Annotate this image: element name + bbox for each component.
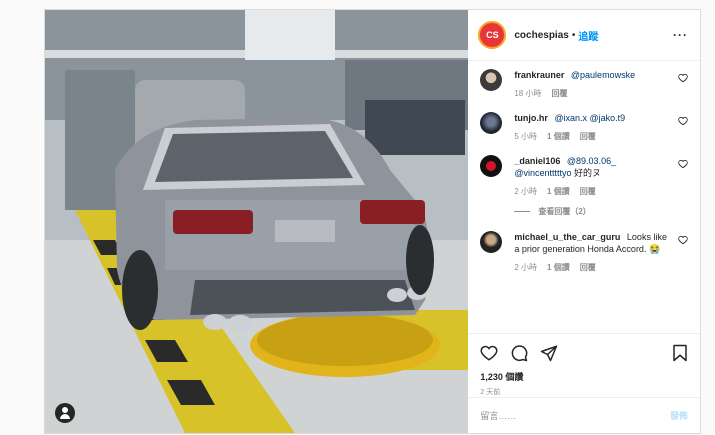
comment-icon[interactable] xyxy=(510,344,528,362)
post-author-username[interactable]: cochespias xyxy=(514,30,568,41)
comment-username[interactable]: tunjo.hr xyxy=(514,113,548,123)
comment-time: 18 小時 xyxy=(514,89,542,98)
comment-time: 2 小時 xyxy=(514,187,538,196)
divider xyxy=(514,211,531,212)
tag-user-icon[interactable] xyxy=(55,403,75,423)
comment-item: _daniel106 @89.03.06_ @vincentttttyo 好的ヌ… xyxy=(480,155,690,198)
separator-dot: • xyxy=(571,29,576,41)
instagram-post: CS cochespias • 追蹤 ··· frankrauner @paul… xyxy=(44,9,701,434)
post-sidebar: CS cochespias • 追蹤 ··· frankrauner @paul… xyxy=(468,10,700,433)
commenter-avatar[interactable] xyxy=(480,112,503,134)
reply-button[interactable]: 回覆 xyxy=(580,186,596,198)
car-photo-illustration xyxy=(45,10,469,433)
comment-username[interactable]: _daniel106 xyxy=(514,156,560,166)
comment-time: 2 小時 xyxy=(514,263,538,272)
reply-button[interactable]: 回覆 xyxy=(551,88,567,100)
commenter-avatar[interactable] xyxy=(480,69,503,91)
post-timestamp: 2 天前 xyxy=(480,389,501,396)
post-header: CS cochespias • 追蹤 ··· xyxy=(468,10,700,61)
comments-list: frankrauner @paulemowske 18 小時 回覆 tunjo.… xyxy=(468,61,700,333)
comment-likes[interactable]: 1 個讚 xyxy=(547,262,570,274)
view-replies-label: 查看回覆（2） xyxy=(538,207,591,216)
comment-item: tunjo.hr @ixan.x @jako.t9 5 小時 1 個讚 回覆 xyxy=(480,112,690,143)
heart-icon[interactable] xyxy=(678,159,688,169)
share-icon[interactable] xyxy=(540,344,558,362)
more-options-icon[interactable]: ··· xyxy=(673,28,688,42)
likes-count[interactable]: 1,230 個讚 xyxy=(480,370,688,383)
comment-mention[interactable]: @ixan.x @jako.t9 xyxy=(554,113,625,123)
heart-icon[interactable] xyxy=(678,116,688,126)
heart-icon[interactable] xyxy=(678,73,688,83)
commenter-avatar[interactable] xyxy=(480,155,503,177)
bookmark-icon[interactable] xyxy=(672,344,688,362)
comment-item: michael_u_the_car_guru Looks like a prio… xyxy=(480,231,690,274)
avatar[interactable]: CS xyxy=(478,21,507,49)
reply-button[interactable]: 回覆 xyxy=(580,131,596,143)
view-replies-button[interactable]: 查看回覆（2） xyxy=(514,206,690,217)
comment-text: 好的ヌ xyxy=(574,168,602,178)
post-photo[interactable] xyxy=(45,10,469,433)
comment-time: 5 小時 xyxy=(514,132,538,141)
reply-button[interactable]: 回覆 xyxy=(580,262,596,274)
follow-button[interactable]: 追蹤 xyxy=(578,28,598,43)
comment-username[interactable]: michael_u_the_car_guru xyxy=(514,232,620,242)
comment-mention[interactable]: @paulemowske xyxy=(571,70,635,80)
post-comment-button[interactable]: 發佈 xyxy=(670,409,688,422)
comment-likes[interactable]: 1 個讚 xyxy=(547,186,570,198)
commenter-avatar[interactable] xyxy=(480,231,503,253)
heart-icon[interactable] xyxy=(678,235,688,245)
post-actions: 1,230 個讚 2 天前 xyxy=(468,333,700,397)
comment-input[interactable]: 留言…… xyxy=(480,409,516,422)
comment-username[interactable]: frankrauner xyxy=(514,70,564,80)
add-comment-bar: 留言…… 發佈 xyxy=(468,397,700,433)
comment-likes[interactable]: 1 個讚 xyxy=(547,131,570,143)
heart-icon[interactable] xyxy=(480,344,498,362)
comment-item: frankrauner @paulemowske 18 小時 回覆 xyxy=(480,69,690,100)
